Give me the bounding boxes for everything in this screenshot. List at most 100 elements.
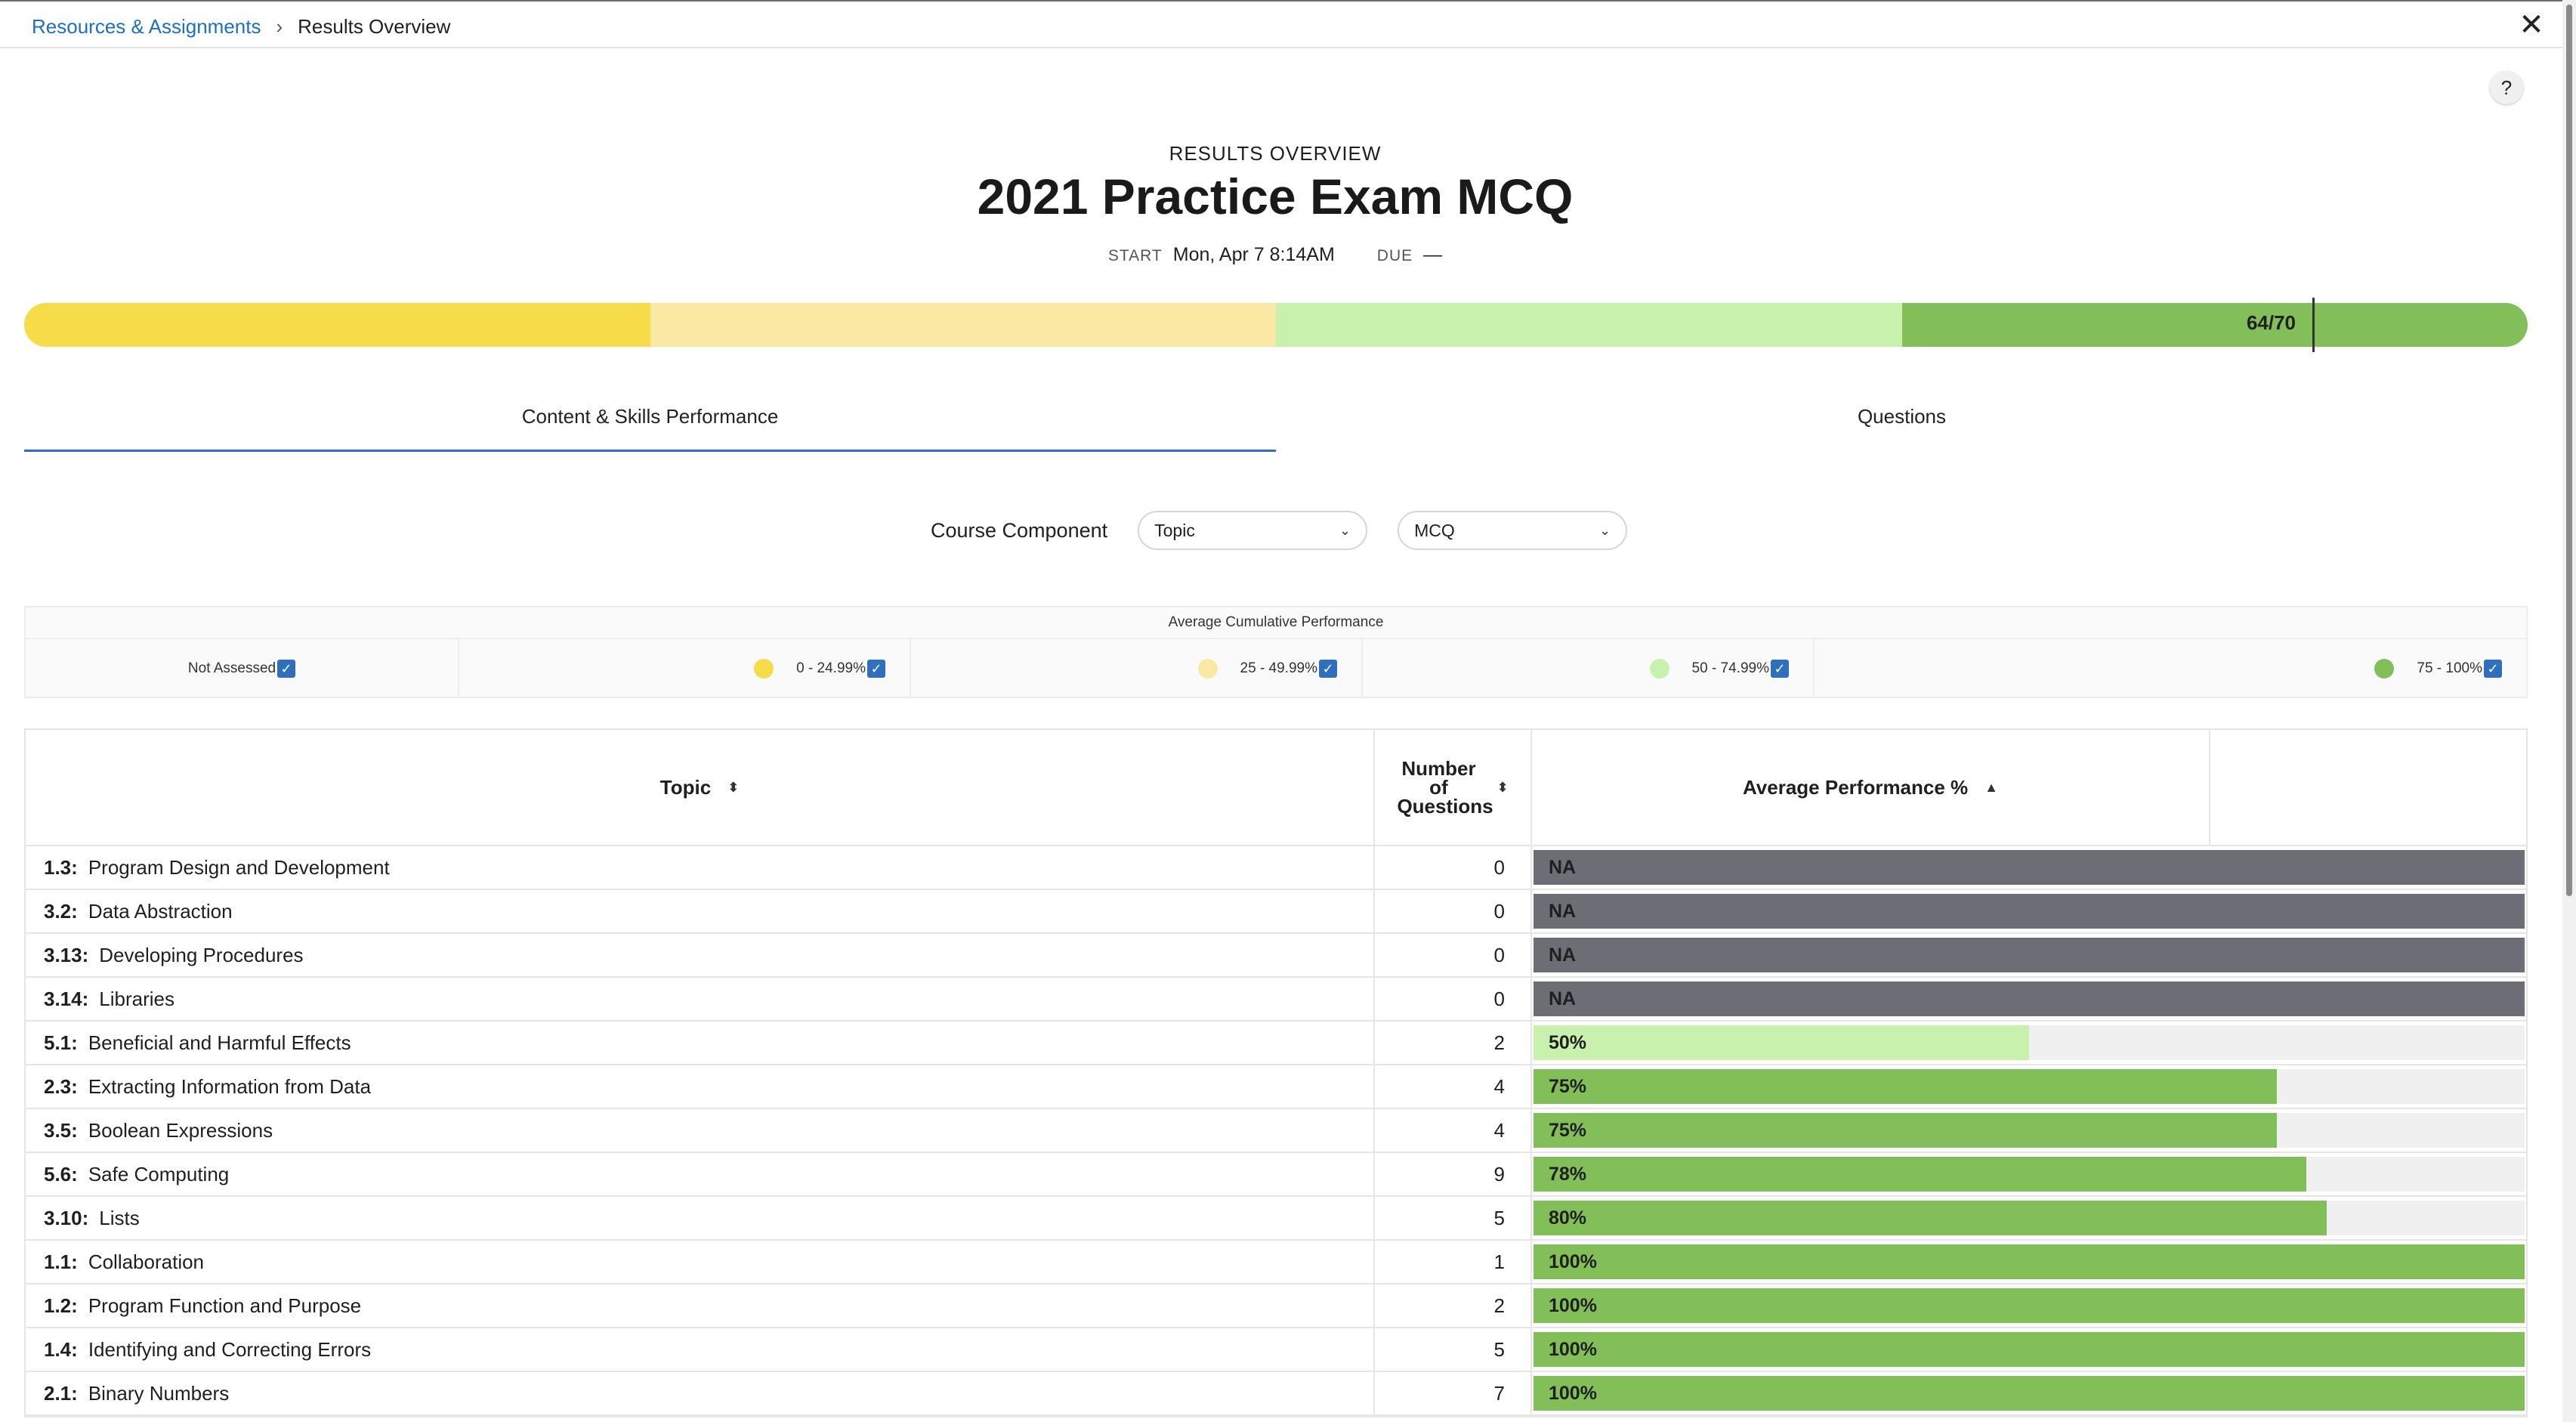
performance-cell: 78%	[1532, 1153, 2526, 1195]
topic-code: 5.1:	[44, 1031, 78, 1054]
page-eyebrow: RESULTS OVERVIEW	[1169, 142, 1382, 165]
num-questions-cell: 0	[1375, 978, 1532, 1020]
table-body: 1.3: Program Design and Development 0 NA 3.2…	[26, 846, 2526, 1416]
topic-name: Libraries	[99, 987, 175, 1010]
tab-content-skills[interactable]: Content & Skills Performance	[24, 394, 1276, 452]
num-questions-cell: 4	[1375, 1065, 1532, 1108]
checkbox-checked-icon[interactable]: ✓	[1319, 660, 1337, 678]
performance-bar-track: 100%	[1534, 1288, 2525, 1323]
score-band-0-24	[24, 303, 650, 347]
sort-icon[interactable]: ⬍	[1496, 780, 1508, 796]
score-marker	[2312, 298, 2315, 352]
avg-performance-column-header[interactable]: Average Performance % ▲	[1532, 730, 2210, 845]
performance-bar-fill	[1534, 1288, 2525, 1323]
legend-label: Not Assessed	[187, 660, 276, 676]
performance-cell: 100%	[1532, 1284, 2526, 1327]
component-select[interactable]: Topic ⌄	[1138, 511, 1368, 550]
performance-cell: 80%	[1532, 1197, 2526, 1239]
table-row: 3.14: Libraries 0 NA	[26, 978, 2526, 1022]
topic-code: 1.4:	[44, 1337, 78, 1361]
performance-label: 75%	[1549, 1120, 1587, 1141]
score-band-25-49	[650, 303, 1276, 347]
question-type-select[interactable]: MCQ ⌄	[1398, 511, 1628, 550]
legend-50-74[interactable]: 50 - 74.99% ✓	[1363, 639, 1815, 698]
performance-label: 80%	[1549, 1207, 1587, 1229]
performance-bar-track: 78%	[1534, 1157, 2525, 1192]
checkbox-checked-icon[interactable]: ✓	[867, 660, 885, 678]
legend-label: 75 - 100%	[2417, 660, 2482, 676]
performance-label: 78%	[1549, 1164, 1587, 1185]
legend-label: 50 - 74.99%	[1691, 660, 1769, 676]
table-row: 2.1: Binary Numbers 7 100%	[26, 1372, 2526, 1416]
num-questions-column-header[interactable]: Number of Questions ⬍	[1375, 730, 1532, 845]
topic-name: Safe Computing	[88, 1162, 230, 1186]
checkbox-checked-icon[interactable]: ✓	[277, 660, 296, 678]
num-questions-cell: 7	[1375, 1372, 1532, 1414]
performance-bar-fill	[1534, 1157, 2307, 1192]
sort-icon[interactable]: ⬍	[727, 780, 739, 796]
tab-questions[interactable]: Questions	[1276, 394, 2528, 452]
num-questions-cell: 9	[1375, 1153, 1532, 1195]
legend-0-24[interactable]: 0 - 24.99% ✓	[459, 639, 911, 698]
topic-column-header[interactable]: Topic ⬍	[26, 730, 1375, 845]
table-row: 1.2: Program Function and Purpose 2 100%	[26, 1284, 2526, 1328]
topic-name: Identifying and Correcting Errors	[88, 1337, 372, 1361]
performance-cell: NA	[1532, 890, 2526, 932]
legend-title: Average Cumulative Performance	[26, 607, 2526, 639]
topic-cell: 3.13: Developing Procedures	[26, 934, 1375, 976]
performance-label: NA	[1549, 901, 1577, 922]
num-questions-header-label: Number of Questions	[1397, 756, 1493, 818]
score-progress-bar	[24, 303, 2528, 347]
topic-cell: 1.2: Program Function and Purpose	[26, 1284, 1375, 1327]
num-questions-cell: 5	[1375, 1328, 1532, 1371]
topic-cell: 2.3: Extracting Information from Data	[26, 1065, 1375, 1108]
topic-code: 3.2:	[44, 899, 78, 923]
num-questions-cell: 4	[1375, 1109, 1532, 1152]
checkbox-checked-icon[interactable]: ✓	[1771, 660, 1789, 678]
topic-name: Developing Procedures	[99, 943, 304, 966]
close-icon[interactable]: ✕	[2514, 8, 2549, 42]
performance-cell: NA	[1532, 934, 2526, 976]
performance-bar-track: NA	[1534, 850, 2525, 885]
sort-ascending-icon[interactable]: ▲	[1985, 780, 1998, 796]
score-label: 64/70	[2246, 311, 2296, 334]
breadcrumb-current: Results Overview	[298, 15, 451, 38]
scrollbar-thumb[interactable]	[2566, 5, 2572, 896]
num-questions-cell: 2	[1375, 1022, 1532, 1064]
legend-label: 25 - 49.99%	[1240, 660, 1317, 676]
chevron-down-icon: ⌄	[1599, 522, 1611, 538]
component-select-value: Topic	[1154, 520, 1195, 540]
due-value: —	[1423, 244, 1443, 265]
table-header: Topic ⬍ Number of Questions ⬍ Average Pe…	[26, 730, 2526, 846]
legend-25-49[interactable]: 25 - 49.99% ✓	[911, 639, 1363, 698]
exam-meta: START Mon, Apr 7 8:14AM DUE —	[0, 244, 2550, 266]
topic-cell: 5.6: Safe Computing	[26, 1153, 1375, 1195]
legend-75-100[interactable]: 75 - 100% ✓	[1815, 639, 2526, 698]
topic-header-label: Topic	[659, 775, 712, 799]
table-row: 2.3: Extracting Information from Data 4 75%	[26, 1065, 2526, 1109]
topic-cell: 3.5: Boolean Expressions	[26, 1109, 1375, 1152]
filter-row: Course Component Topic ⌄ MCQ ⌄	[931, 511, 1657, 550]
table-row: 3.10: Lists 5 80%	[26, 1197, 2526, 1241]
breadcrumb-link-resources[interactable]: Resources & Assignments	[32, 15, 261, 39]
help-button[interactable]: ?	[2490, 71, 2523, 104]
performance-bar-fill	[1534, 850, 2525, 885]
performance-bar-track: 100%	[1534, 1376, 2525, 1411]
performance-bar-fill	[1534, 1113, 2277, 1148]
performance-bar-fill	[1534, 894, 2525, 929]
performance-legend: Average Cumulative Performance Not Asses…	[24, 606, 2528, 698]
topic-performance-table: Topic ⬍ Number of Questions ⬍ Average Pe…	[24, 728, 2528, 1417]
chevron-down-icon: ⌄	[1339, 522, 1351, 538]
light-green-dot-icon	[1649, 659, 1669, 679]
performance-label: 100%	[1549, 1339, 1597, 1360]
topic-cell: 3.2: Data Abstraction	[26, 890, 1375, 932]
num-questions-cell: 0	[1375, 846, 1532, 889]
performance-label: NA	[1549, 988, 1577, 1009]
legend-not-assessed[interactable]: Not Assessed ✓	[26, 639, 459, 698]
topic-code: 1.2:	[44, 1294, 78, 1317]
topic-name: Extracting Information from Data	[88, 1074, 372, 1098]
table-row: 1.4: Identifying and Correcting Errors 5 10…	[26, 1328, 2526, 1372]
course-component-label: Course Component	[931, 518, 1108, 542]
table-row: 5.1: Beneficial and Harmful Effects 2 50%	[26, 1022, 2526, 1065]
checkbox-checked-icon[interactable]: ✓	[2484, 660, 2502, 678]
